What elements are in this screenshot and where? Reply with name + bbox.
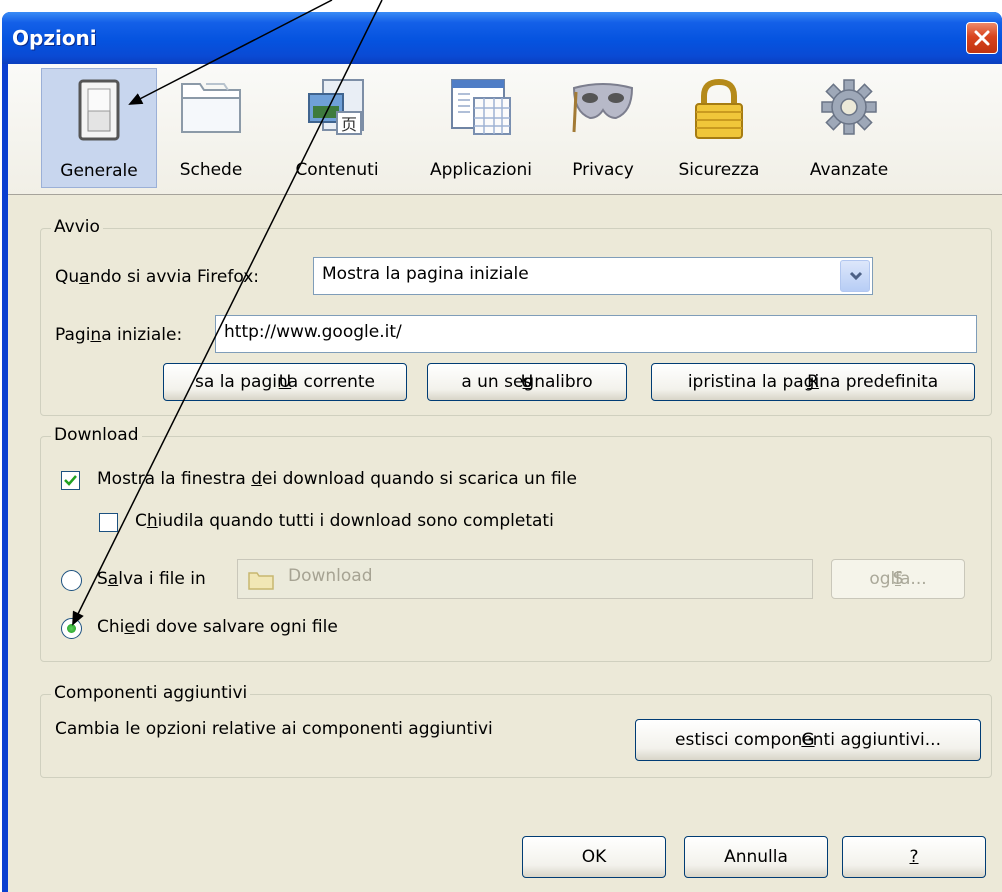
mask-icon	[572, 83, 634, 133]
manage-addons-button[interactable]: Gestisci componenti aggiuntivi...	[635, 719, 981, 761]
pane-toolbar: Generale Schede 页 Contenuti Applicazioni…	[8, 64, 1002, 195]
browse-button[interactable]: Sf oglia...	[831, 559, 965, 599]
pane-label-avanzate: Avanzate	[809, 160, 889, 180]
pane-applicazioni[interactable]: Applicazioni	[414, 68, 548, 188]
downloads-group-label: Download	[51, 425, 142, 445]
use-current-page-button[interactable]: Usa la pagina corrente	[163, 363, 407, 401]
title-bar[interactable]: Opzioni	[2, 12, 1002, 64]
folder-icon	[248, 572, 274, 590]
window-title: Opzioni	[12, 26, 97, 50]
startup-select-value: Mostra la pagina iniziale	[322, 264, 529, 284]
screen: Opzioni Generale Schede 页 Contenuti Appl…	[0, 0, 1002, 892]
pane-label-applicazioni: Applicazioni	[430, 160, 532, 180]
pane-privacy[interactable]: Privacy	[560, 68, 646, 188]
startup-group: Avvio Quando si avvia Firefox: Mostra la…	[40, 217, 992, 416]
pane-generale[interactable]: Generale	[41, 68, 157, 188]
cancel-button[interactable]: Annulla	[684, 836, 828, 878]
pane-schede[interactable]: Schede	[166, 68, 256, 188]
applications-icon	[451, 79, 511, 135]
use-bookmark-button[interactable]: Usa un segnalibro	[427, 363, 627, 401]
save-to-folder-label[interactable]: Salva i file in	[97, 569, 206, 589]
download-folder-value: Download	[288, 566, 373, 586]
svg-text:页: 页	[341, 115, 357, 134]
show-downloads-label[interactable]: Mostra la finestra dei download quando s…	[97, 469, 577, 489]
ask-where-to-save-label[interactable]: Chiedi dove salvare ogni file	[97, 617, 338, 637]
pane-label-generale: Generale	[60, 161, 138, 181]
pane-label-contenuti: Contenuti	[295, 160, 379, 180]
options-window: Opzioni Generale Schede 页 Contenuti Appl…	[2, 12, 1002, 892]
save-to-folder-radio[interactable]	[61, 570, 82, 591]
close-icon	[974, 30, 990, 46]
startup-group-label: Avvio	[51, 217, 103, 237]
pane-sicurezza[interactable]: Sicurezza	[664, 68, 774, 188]
restore-default-page-button[interactable]: Ripristina la pagina predefinita	[651, 363, 975, 401]
chevron-down-icon	[849, 271, 863, 281]
gear-icon	[821, 79, 877, 135]
close-button[interactable]	[966, 22, 998, 54]
radio-selected-dot	[67, 624, 76, 633]
downloads-group: Download Mostra la finestra dei download…	[40, 425, 992, 662]
show-downloads-checkbox[interactable]	[61, 471, 80, 490]
pane-label-schede: Schede	[179, 160, 243, 180]
addons-group-label: Componenti aggiuntivi	[51, 683, 251, 703]
when-start-label: Quando si avvia Firefox:	[55, 267, 260, 287]
pane-contenuti[interactable]: 页 Contenuti	[278, 68, 396, 188]
addons-description: Cambia le opzioni relative ai componenti…	[55, 719, 493, 739]
pane-label-sicurezza: Sicurezza	[678, 160, 760, 180]
home-page-value: http://www.google.it/	[224, 322, 402, 342]
ok-button[interactable]: OK	[522, 836, 666, 878]
close-when-done-checkbox[interactable]	[99, 513, 118, 532]
padlock-icon	[695, 78, 743, 139]
help-button[interactable]: ?	[842, 836, 986, 878]
home-page-label: Pagina iniziale:	[55, 325, 183, 345]
pane-avanzate[interactable]: Avanzate	[794, 68, 904, 188]
startup-dropdown-button[interactable]	[840, 260, 870, 292]
dialog-client: Generale Schede 页 Contenuti Applicazioni…	[8, 64, 1002, 892]
startup-select[interactable]: Mostra la pagina iniziale	[313, 257, 873, 295]
download-folder-field: Download	[237, 559, 813, 599]
pane-label-privacy: Privacy	[572, 160, 634, 180]
tabs-icon	[181, 83, 241, 133]
home-page-input[interactable]: http://www.google.it/	[215, 315, 977, 353]
addons-group: Componenti aggiuntivi Cambia le opzioni …	[40, 683, 992, 778]
close-when-done-label[interactable]: Chiudila quando tutti i download sono co…	[135, 511, 554, 531]
content-icon: 页	[308, 79, 364, 135]
ask-where-to-save-radio[interactable]	[61, 618, 82, 639]
switch-icon	[78, 79, 120, 141]
checkmark-icon	[64, 475, 77, 486]
